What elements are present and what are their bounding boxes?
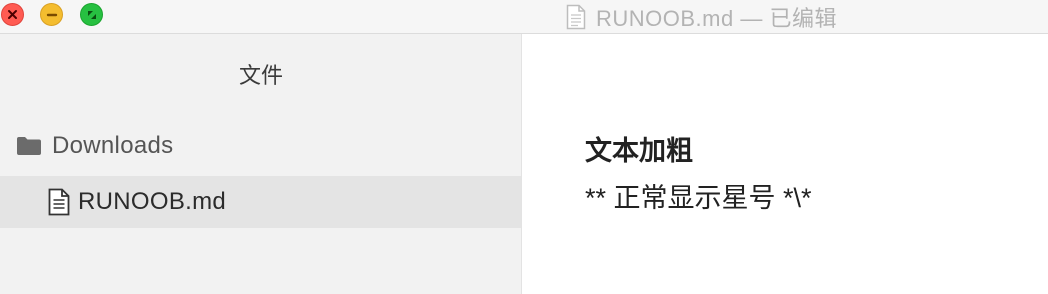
minus-icon	[46, 13, 57, 16]
editor-window: RUNOOB.md — 已编辑 文件 Downloads RUNOOB.md 文…	[0, 0, 1048, 294]
zoom-window-button[interactable]	[80, 3, 103, 26]
document-icon	[48, 188, 70, 216]
close-window-button[interactable]	[1, 3, 24, 26]
asterisk-text-line: ** 正常显示星号 *\*	[585, 183, 812, 213]
bold-text-line: 文本加粗	[585, 136, 693, 166]
fullscreen-icon	[87, 10, 96, 19]
folder-icon	[17, 137, 41, 155]
sidebar-header: 文件	[238, 63, 283, 88]
sidebar-item-downloads[interactable]: Downloads	[0, 126, 521, 166]
window-title-text: RUNOOB.md — 已编辑	[596, 6, 837, 31]
title-bar[interactable]: RUNOOB.md — 已编辑	[0, 0, 1048, 34]
sidebar-item-runoob-md[interactable]: RUNOOB.md	[0, 176, 521, 228]
minimize-window-button[interactable]	[40, 3, 63, 26]
document-icon	[566, 4, 586, 30]
file-sidebar: 文件 Downloads RUNOOB.md	[0, 34, 522, 294]
sidebar-item-label: Downloads	[52, 132, 174, 159]
editor-content[interactable]: 文本加粗 ** 正常显示星号 *\*	[522, 34, 1048, 294]
sidebar-item-label: RUNOOB.md	[78, 188, 227, 215]
close-icon	[8, 10, 17, 19]
window-title: RUNOOB.md — 已编辑	[566, 0, 837, 34]
